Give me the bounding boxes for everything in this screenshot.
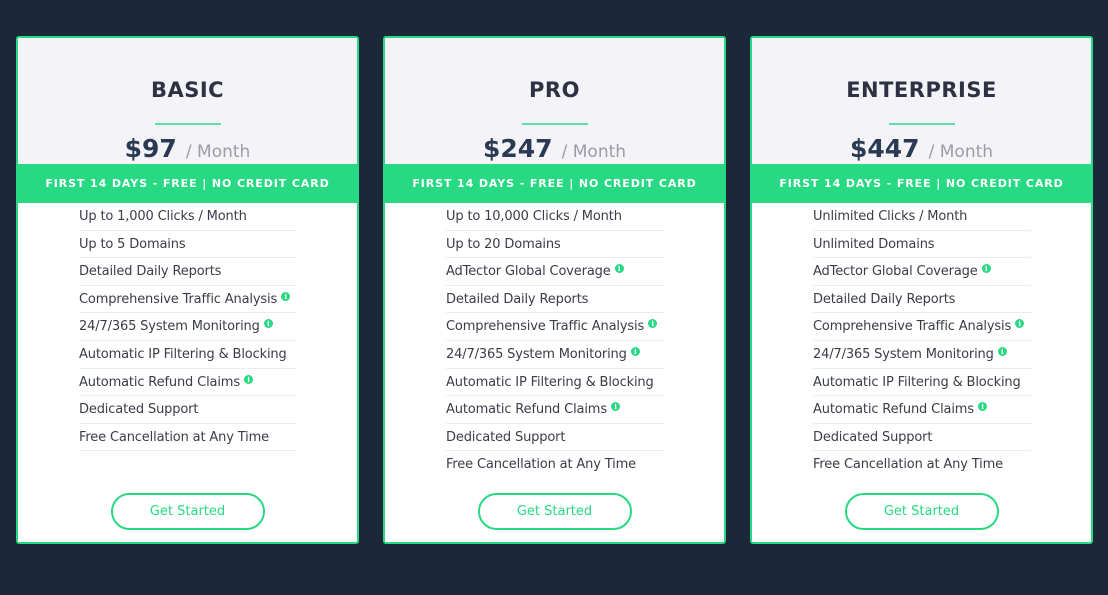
feature-label: Comprehensive Traffic Analysis (79, 291, 278, 307)
feature-label: Dedicated Support (79, 402, 199, 418)
info-icon[interactable]: i (1015, 319, 1025, 329)
feature-label: Detailed Daily Reports (813, 291, 956, 307)
feature-label: Dedicated Support (813, 429, 933, 445)
feature-item: Automatic Refund Claims i (446, 396, 664, 424)
feature-item: Up to 10,000 Clicks / Month (446, 203, 664, 231)
feature-label: Automatic IP Filtering & Blocking (813, 374, 1021, 390)
feature-list: Unlimited Clicks / Month Unlimited Domain… (813, 203, 1031, 479)
price-line: $97 / Month (18, 134, 357, 163)
feature-item: Free Cancellation at Any Time (79, 424, 297, 452)
feature-label: Unlimited Clicks / Month (813, 209, 968, 224)
feature-item: Automatic IP Filtering & Blocking (446, 369, 664, 397)
feature-label: Up to 1,000 Clicks / Month (79, 209, 247, 224)
feature-label: Automatic IP Filtering & Blocking (446, 374, 654, 390)
feature-item: Automatic IP Filtering & Blocking (79, 341, 297, 369)
plan-name: BASIC (150, 78, 225, 102)
card-header: BASIC $97 / Month (18, 38, 357, 164)
get-started-button[interactable]: Get Started (477, 493, 632, 530)
feature-label: 24/7/365 System Monitoring (446, 346, 627, 362)
plan-price: $97 (124, 134, 177, 163)
feature-label: AdTector Global Coverage (446, 264, 611, 280)
info-icon[interactable]: i (648, 319, 658, 329)
feature-item: Free Cancellation at Any Time (813, 451, 1031, 479)
feature-item: Automatic Refund Claims i (79, 369, 297, 397)
title-divider (888, 123, 955, 125)
feature-label: Comprehensive Traffic Analysis (813, 319, 1012, 335)
info-icon[interactable]: i (614, 264, 624, 274)
price-line: $447 / Month (752, 134, 1091, 163)
plan-name: ENTERPRISE (846, 78, 997, 102)
feature-item: 24/7/365 System Monitoring i (79, 313, 297, 341)
feature-label: Comprehensive Traffic Analysis (446, 319, 645, 335)
feature-item: Automatic Refund Claims i (813, 396, 1031, 424)
billing-period: / Month (561, 142, 627, 162)
feature-item: Comprehensive Traffic Analysis i (813, 313, 1031, 341)
feature-label: Free Cancellation at Any Time (446, 457, 636, 473)
trial-banner: FIRST 14 DAYS - FREE | NO CREDIT CARD (752, 164, 1091, 203)
info-icon[interactable]: i (977, 402, 987, 412)
feature-list: Up to 10,000 Clicks / Month Up to 20 Doma… (446, 203, 664, 479)
info-icon[interactable]: i (997, 346, 1007, 356)
feature-item: Detailed Daily Reports (446, 286, 664, 314)
feature-item: Free Cancellation at Any Time (446, 451, 664, 479)
card-header: ENTERPRISE $447 / Month (752, 38, 1091, 164)
feature-label: Detailed Daily Reports (446, 291, 589, 307)
feature-item: Up to 5 Domains (79, 231, 297, 259)
feature-label: Detailed Daily Reports (79, 264, 222, 280)
info-icon[interactable]: i (263, 319, 273, 329)
feature-item: Dedicated Support (813, 424, 1031, 452)
feature-item: AdTector Global Coverage i (813, 258, 1031, 286)
feature-item: Dedicated Support (79, 396, 297, 424)
feature-item: Detailed Daily Reports (79, 258, 297, 286)
info-icon[interactable]: i (981, 264, 991, 274)
feature-item: Up to 20 Domains (446, 231, 664, 259)
trial-banner: FIRST 14 DAYS - FREE | NO CREDIT CARD (18, 164, 357, 203)
feature-label: 24/7/365 System Monitoring (813, 346, 994, 362)
plan-name: PRO (529, 78, 580, 102)
info-icon[interactable]: i (610, 402, 620, 412)
feature-label: Automatic Refund Claims (79, 374, 240, 390)
info-icon[interactable]: i (243, 374, 253, 384)
get-started-button[interactable]: Get Started (110, 493, 265, 530)
feature-item: Comprehensive Traffic Analysis i (79, 286, 297, 314)
pricing-card-basic: BASIC $97 / Month FIRST 14 DAYS - FREE |… (16, 36, 359, 544)
feature-item: Up to 1,000 Clicks / Month (79, 203, 297, 231)
feature-item: Unlimited Clicks / Month (813, 203, 1031, 231)
feature-item: Comprehensive Traffic Analysis i (446, 313, 664, 341)
feature-label: Up to 5 Domains (79, 236, 186, 252)
feature-item: 24/7/365 System Monitoring i (813, 341, 1031, 369)
feature-item: Detailed Daily Reports (813, 286, 1031, 314)
card-header: PRO $247 / Month (385, 38, 724, 164)
price-line: $247 / Month (385, 134, 724, 163)
feature-label: Unlimited Domains (813, 236, 935, 252)
feature-label: Free Cancellation at Any Time (79, 429, 269, 445)
pricing-card-enterprise: ENTERPRISE $447 / Month FIRST 14 DAYS - … (750, 36, 1093, 544)
get-started-button[interactable]: Get Started (844, 493, 999, 530)
pricing-card-pro: PRO $247 / Month FIRST 14 DAYS - FREE | … (383, 36, 726, 544)
plan-price: $247 (482, 134, 553, 163)
billing-period: / Month (185, 142, 251, 162)
info-icon[interactable]: i (630, 346, 640, 356)
feature-item: Automatic IP Filtering & Blocking (813, 369, 1031, 397)
plan-price: $447 (849, 134, 920, 163)
feature-label: Up to 20 Domains (446, 236, 561, 252)
feature-label: 24/7/365 System Monitoring (79, 319, 260, 335)
feature-label: Automatic Refund Claims (446, 402, 607, 418)
feature-label: AdTector Global Coverage (813, 264, 978, 280)
feature-list: Up to 1,000 Clicks / Month Up to 5 Domain… (79, 203, 297, 452)
feature-label: Free Cancellation at Any Time (813, 457, 1003, 473)
trial-banner: FIRST 14 DAYS - FREE | NO CREDIT CARD (385, 164, 724, 203)
title-divider (521, 123, 588, 125)
billing-period: / Month (928, 142, 994, 162)
feature-label: Dedicated Support (446, 429, 566, 445)
feature-label: Up to 10,000 Clicks / Month (446, 209, 622, 224)
feature-item: Dedicated Support (446, 424, 664, 452)
feature-label: Automatic IP Filtering & Blocking (79, 346, 287, 362)
title-divider (154, 123, 221, 125)
info-icon[interactable]: i (281, 291, 291, 301)
feature-item: 24/7/365 System Monitoring i (446, 341, 664, 369)
feature-item: AdTector Global Coverage i (446, 258, 664, 286)
feature-item: Unlimited Domains (813, 231, 1031, 259)
feature-label: Automatic Refund Claims (813, 402, 974, 418)
